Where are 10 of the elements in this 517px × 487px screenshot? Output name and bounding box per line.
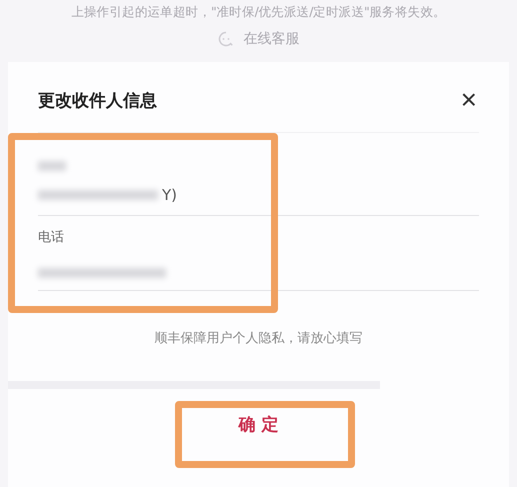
notice-text: 上操作引起的运单超时，"准时保/优先派送/定时派送"服务将失效。 xyxy=(70,3,447,21)
confirm-button[interactable]: 确 定 xyxy=(228,409,288,440)
field-label: 电话 xyxy=(38,229,65,246)
input-field[interactable]: 电话 xyxy=(38,228,479,291)
close-button[interactable]: × xyxy=(460,88,477,112)
input-field[interactable]: Y) xyxy=(38,161,479,216)
chat-icon xyxy=(218,31,234,47)
privacy-note: 顺丰保障用户个人隐私，请放心填写 xyxy=(154,330,364,347)
field-value: Y) xyxy=(162,186,178,204)
sheet-title: 更改收件人信息 xyxy=(38,90,157,112)
